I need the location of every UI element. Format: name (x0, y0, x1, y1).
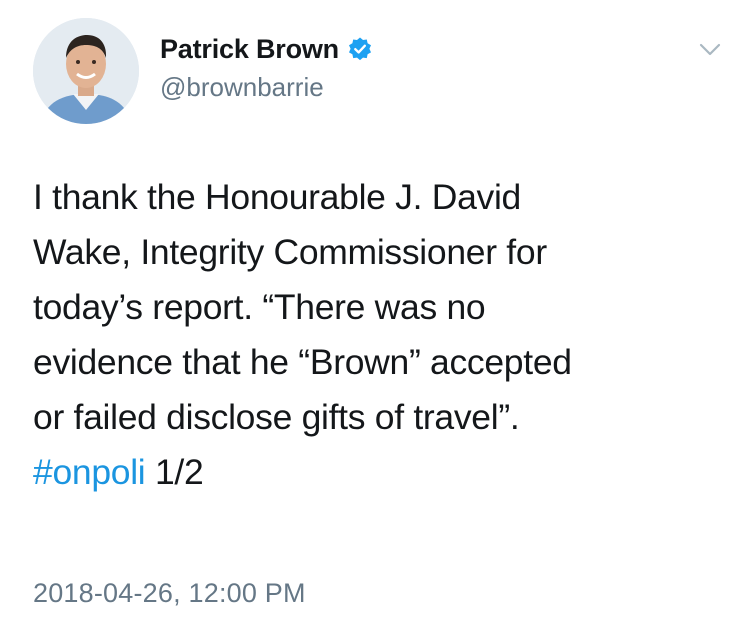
tweet-text-line: evidence that he “Brown” accepted (33, 342, 572, 382)
tweet-text-line: Wake, Integrity Commissioner for (33, 232, 547, 272)
author-info: Patrick Brown @brownbarrie (160, 32, 373, 103)
tweet-text-line-last: #onpoli 1/2 (33, 445, 723, 500)
chevron-down-icon[interactable] (697, 36, 723, 62)
thread-count: 1/2 (145, 452, 204, 492)
tweet-header: Patrick Brown @brownbarrie (33, 18, 723, 128)
tweet-text-line: today’s report. “There was no (33, 287, 486, 327)
avatar[interactable] (33, 18, 139, 124)
tweet-text-line: or failed disclose gifts of travel”. (33, 397, 520, 437)
user-handle[interactable]: @brownbarrie (160, 72, 373, 103)
tweet-text-line: I thank the Honourable J. David (33, 177, 521, 217)
verified-badge-icon (347, 36, 373, 62)
name-row: Patrick Brown (160, 32, 373, 66)
tweet-timestamp[interactable]: 2018-04-26, 12:00 PM (33, 578, 306, 609)
tweet-text: I thank the Honourable J. David Wake, In… (33, 170, 723, 500)
avatar-image (33, 18, 139, 124)
hashtag-link[interactable]: #onpoli (33, 452, 146, 492)
display-name[interactable]: Patrick Brown (160, 34, 339, 65)
